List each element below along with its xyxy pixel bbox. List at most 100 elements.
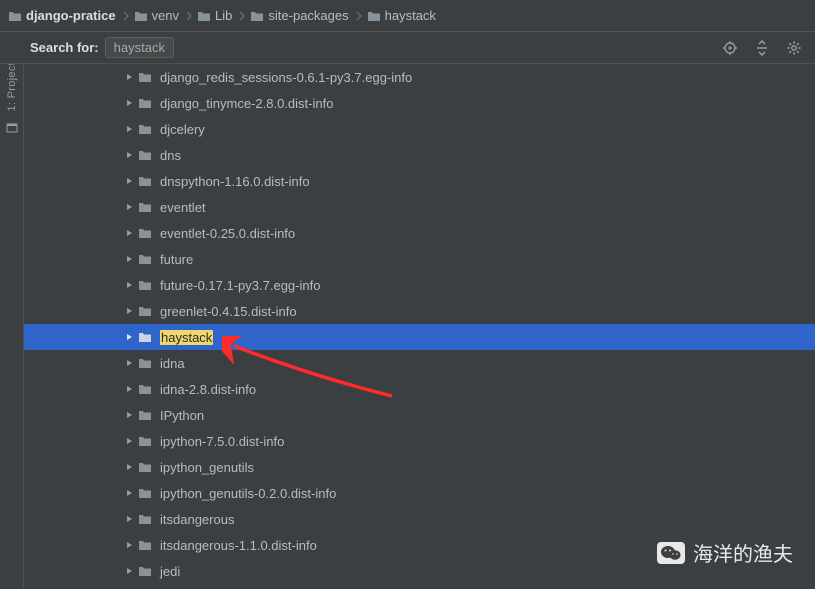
tree-item-label: idna-2.8.dist-info [160,382,256,397]
locate-icon[interactable] [721,39,739,57]
tree-item-label: jedi [160,564,180,579]
folder-icon [367,10,381,22]
folder-icon [138,201,156,213]
breadcrumb-label: haystack [385,8,436,23]
chevron-right-icon [238,3,246,29]
tree-row[interactable]: django_tinymce-2.8.0.dist-info [24,90,815,116]
tree-item-label: dns [160,148,181,163]
expand-arrow-icon[interactable] [122,489,138,497]
project-icon [5,121,19,138]
breadcrumb-item[interactable]: site-packages [246,3,354,29]
tree-item-label: eventlet-0.25.0.dist-info [160,226,295,241]
expand-arrow-icon[interactable] [122,255,138,263]
wechat-icon [657,542,685,564]
expand-arrow-icon[interactable] [122,229,138,237]
expand-arrow-icon[interactable] [122,203,138,211]
folder-icon [138,97,156,109]
expand-arrow-icon[interactable] [122,385,138,393]
folder-icon [197,10,211,22]
folder-icon [138,461,156,473]
tree-row[interactable]: idna [24,350,815,376]
tree-row[interactable]: future-0.17.1-py3.7.egg-info [24,272,815,298]
tree-row[interactable]: idna-2.8.dist-info [24,376,815,402]
tree-row[interactable]: dns [24,142,815,168]
tree-item-label: dnspython-1.16.0.dist-info [160,174,310,189]
breadcrumb-item[interactable]: django-pratice [4,3,122,29]
folder-icon [138,149,156,161]
folder-icon [138,487,156,499]
tree-row[interactable]: haystack [24,324,815,350]
project-tree[interactable]: django_redis_sessions-0.6.1-py3.7.egg-in… [24,64,815,589]
tree-item-label: haystack [160,330,213,345]
expand-arrow-icon[interactable] [122,125,138,133]
search-label: Search for: [30,40,99,55]
tree-row[interactable]: itsdangerous [24,506,815,532]
folder-icon [134,10,148,22]
tree-row[interactable]: future [24,246,815,272]
folder-icon [138,409,156,421]
tree-row[interactable]: IPython [24,402,815,428]
gear-icon[interactable] [785,39,803,57]
tree-row[interactable]: ipython_genutils [24,454,815,480]
search-query-chip[interactable]: haystack [105,37,174,58]
expand-arrow-icon[interactable] [122,515,138,523]
tree-item-label: itsdangerous-1.1.0.dist-info [160,538,317,553]
breadcrumb-item[interactable]: Lib [193,3,238,29]
folder-icon [138,175,156,187]
expand-arrow-icon[interactable] [122,359,138,367]
tree-row[interactable]: greenlet-0.4.15.dist-info [24,298,815,324]
breadcrumb-item[interactable]: haystack [363,3,442,29]
expand-arrow-icon[interactable] [122,307,138,315]
tree-row[interactable]: djcelery [24,116,815,142]
expand-arrow-icon[interactable] [122,333,138,341]
folder-icon [138,357,156,369]
folder-icon [138,331,156,343]
breadcrumb-item[interactable]: venv [130,3,185,29]
tree-item-label: future [160,252,193,267]
folder-icon [138,123,156,135]
tree-item-label: ipython_genutils-0.2.0.dist-info [160,486,336,501]
tree-row[interactable]: dnspython-1.16.0.dist-info [24,168,815,194]
breadcrumb-label: django-pratice [26,8,116,23]
folder-icon [138,71,156,83]
expand-arrow-icon[interactable] [122,541,138,549]
tree-item-label: djcelery [160,122,205,137]
breadcrumb-label: Lib [215,8,232,23]
folder-icon [250,10,264,22]
sidebar-project-tab[interactable]: 1: Project [0,32,24,589]
tree-row[interactable]: eventlet [24,194,815,220]
tree-item-label: eventlet [160,200,206,215]
chevron-right-icon [355,3,363,29]
tree-item-label: ipython-7.5.0.dist-info [160,434,284,449]
watermark-text: 海洋的渔夫 [693,538,793,567]
tree-row[interactable]: ipython-7.5.0.dist-info [24,428,815,454]
expand-arrow-icon[interactable] [122,463,138,471]
search-bar: Search for: haystack [0,32,815,64]
breadcrumb: django-pratice venv Lib site-packages haysta… [0,0,815,32]
expand-arrow-icon[interactable] [122,177,138,185]
watermark: 海洋的渔夫 [657,538,793,567]
folder-icon [138,279,156,291]
tree-item-label: idna [160,356,185,371]
expand-arrow-icon[interactable] [122,99,138,107]
tree-item-label: greenlet-0.4.15.dist-info [160,304,297,319]
folder-icon [138,539,156,551]
expand-arrow-icon[interactable] [122,437,138,445]
tree-row[interactable]: eventlet-0.25.0.dist-info [24,220,815,246]
tree-item-label: IPython [160,408,204,423]
folder-icon [138,383,156,395]
chevron-right-icon [185,3,193,29]
tree-row[interactable]: django_redis_sessions-0.6.1-py3.7.egg-in… [24,64,815,90]
sidebar-label: 1: Project [6,62,18,111]
expand-arrow-icon[interactable] [122,411,138,419]
expand-arrow-icon[interactable] [122,73,138,81]
tree-row[interactable]: ipython_genutils-0.2.0.dist-info [24,480,815,506]
tree-item-label: django_tinymce-2.8.0.dist-info [160,96,333,111]
chevron-right-icon [122,3,130,29]
expand-arrow-icon[interactable] [122,151,138,159]
collapse-all-icon[interactable] [753,39,771,57]
folder-icon [138,227,156,239]
expand-arrow-icon[interactable] [122,281,138,289]
tree-item-label: itsdangerous [160,512,234,527]
expand-arrow-icon[interactable] [122,567,138,575]
